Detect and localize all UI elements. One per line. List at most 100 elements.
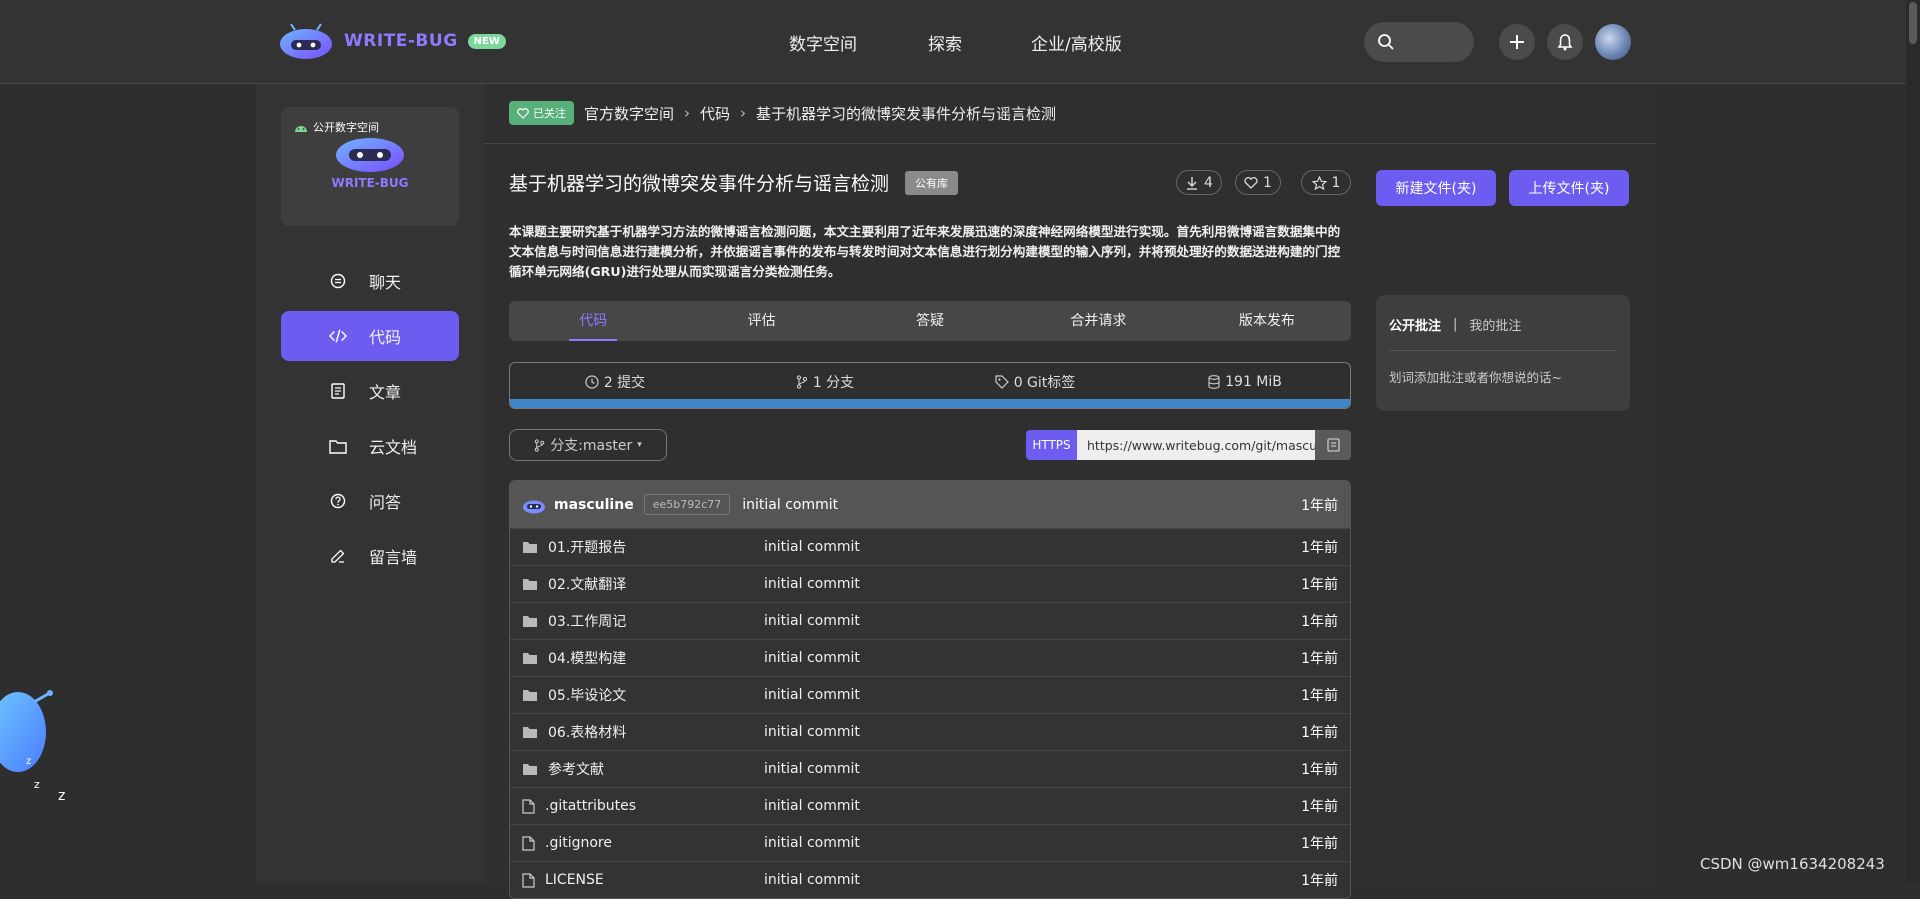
upload-file-button[interactable]: 上传文件(夹) xyxy=(1509,170,1629,206)
file-row[interactable]: 04.模型构建 initial commit 1年前 xyxy=(510,639,1350,676)
scrollbar-thumb[interactable] xyxy=(1909,2,1917,44)
notes-divider xyxy=(1389,350,1617,351)
tab-qa[interactable]: 答疑 xyxy=(846,301,1014,341)
clone-url-input[interactable]: https://www.writebug.com/git/masculine xyxy=(1077,430,1315,460)
file-row[interactable]: 01.开题报告 initial commit 1年前 xyxy=(510,528,1350,565)
commits-stat[interactable]: 2 提交 xyxy=(510,372,720,392)
file-name-cell[interactable]: 01.开题报告 xyxy=(522,537,764,557)
question-icon xyxy=(329,492,347,510)
heart-icon xyxy=(517,107,529,119)
sleeping-mascot-icon[interactable]: z z z xyxy=(0,672,80,804)
breadcrumb-code[interactable]: 代码 xyxy=(700,103,730,124)
file-row[interactable]: .gitignore initial commit 1年前 xyxy=(510,824,1350,861)
file-name[interactable]: .gitattributes xyxy=(545,798,636,814)
file-commit-message[interactable]: initial commit xyxy=(764,539,1301,555)
file-commit-message[interactable]: initial commit xyxy=(764,835,1301,851)
space-card[interactable]: 公开数字空间 WRITE-BUG xyxy=(281,107,459,226)
tab-code[interactable]: 代码 xyxy=(509,301,677,341)
file-name[interactable]: 参考文献 xyxy=(548,759,604,779)
sidebar-item-label: 文章 xyxy=(369,383,402,402)
sidebar-item-cloud-docs[interactable]: 云文档 xyxy=(281,421,459,471)
clone-protocol-button[interactable]: HTTPS xyxy=(1026,430,1077,460)
file-name-cell[interactable]: 05.毕设论文 xyxy=(522,685,764,705)
tab-releases[interactable]: 版本发布 xyxy=(1183,301,1351,341)
file-name[interactable]: LICENSE xyxy=(545,872,604,888)
user-avatar[interactable] xyxy=(1595,24,1631,60)
commit-hash[interactable]: ee5b792c77 xyxy=(643,494,731,515)
search-input[interactable] xyxy=(1364,22,1474,62)
notes-hint: 划词添加批注或者你想说的话~ xyxy=(1389,370,1562,385)
file-row[interactable]: 03.工作周记 initial commit 1年前 xyxy=(510,602,1350,639)
file-name-cell[interactable]: .gitignore xyxy=(522,835,764,851)
file-commit-message[interactable]: initial commit xyxy=(764,761,1301,777)
file-name[interactable]: 04.模型构建 xyxy=(548,648,626,668)
sidebar-item-label: 聊天 xyxy=(369,273,402,292)
repo-title-row: 基于机器学习的微博突发事件分析与谣言检测 公有库 xyxy=(509,169,959,196)
file-commit-message[interactable]: initial commit xyxy=(764,650,1301,666)
file-icon xyxy=(522,872,535,888)
file-name[interactable]: 02.文献翻译 xyxy=(548,574,626,594)
sidebar-item-chat[interactable]: 聊天 xyxy=(281,256,459,306)
commit-author[interactable]: masculine xyxy=(554,497,634,513)
tags-stat[interactable]: 0 Git标签 xyxy=(930,372,1140,392)
file-commit-message[interactable]: initial commit xyxy=(764,613,1301,629)
star-count[interactable]: 1 xyxy=(1301,170,1351,195)
nav-digital-space[interactable]: 数字空间 xyxy=(789,30,857,55)
file-name[interactable]: 03.工作周记 xyxy=(548,611,626,631)
new-file-button[interactable]: 新建文件(夹) xyxy=(1376,170,1496,206)
commit-message[interactable]: initial commit xyxy=(742,497,838,513)
top-navigation-bar: WRITE-BUG NEW 数字空间 探索 企业/高校版 xyxy=(0,0,1916,84)
like-count[interactable]: 1 xyxy=(1235,170,1281,195)
file-name[interactable]: .gitignore xyxy=(545,835,612,851)
branches-stat[interactable]: 1 分支 xyxy=(720,372,930,392)
tab-evaluation[interactable]: 评估 xyxy=(677,301,845,341)
file-name[interactable]: 06.表格材料 xyxy=(548,722,626,742)
copy-button[interactable] xyxy=(1315,430,1351,460)
file-name-cell[interactable]: 04.模型构建 xyxy=(522,648,764,668)
code-icon xyxy=(329,327,347,345)
tab-public-notes[interactable]: 公开批注 xyxy=(1389,315,1441,334)
file-commit-message[interactable]: initial commit xyxy=(764,687,1301,703)
file-icon xyxy=(522,835,535,851)
breadcrumb-official-space[interactable]: 官方数字空间 xyxy=(584,103,674,124)
tab-my-notes[interactable]: 我的批注 xyxy=(1469,315,1521,334)
file-row[interactable]: .gitattributes initial commit 1年前 xyxy=(510,787,1350,824)
heart-icon xyxy=(1244,176,1258,189)
tab-merge-requests[interactable]: 合并请求 xyxy=(1014,301,1182,341)
svg-text:z: z xyxy=(58,788,65,802)
file-name-cell[interactable]: 06.表格材料 xyxy=(522,722,764,742)
file-row[interactable]: 05.毕设论文 initial commit 1年前 xyxy=(510,676,1350,713)
file-row[interactable]: 06.表格材料 initial commit 1年前 xyxy=(510,713,1350,750)
file-name[interactable]: 05.毕设论文 xyxy=(548,685,626,705)
file-row[interactable]: 02.文献翻译 initial commit 1年前 xyxy=(510,565,1350,602)
repo-title: 基于机器学习的微博突发事件分析与谣言检测 xyxy=(509,173,890,195)
file-commit-message[interactable]: initial commit xyxy=(764,798,1301,814)
svg-text:z: z xyxy=(34,778,40,791)
branch-select[interactable]: 分支:master ▾ xyxy=(509,429,667,461)
file-name-cell[interactable]: 03.工作周记 xyxy=(522,611,764,631)
file-commit-message[interactable]: initial commit xyxy=(764,576,1301,592)
page-scrollbar[interactable] xyxy=(1906,0,1920,883)
file-commit-message[interactable]: initial commit xyxy=(764,724,1301,740)
follow-badge[interactable]: 已关注 xyxy=(509,101,574,125)
sidebar-item-message-wall[interactable]: 留言墙 xyxy=(281,531,459,581)
add-button[interactable] xyxy=(1499,24,1535,60)
file-name[interactable]: 01.开题报告 xyxy=(548,537,626,557)
file-row[interactable]: LICENSE initial commit 1年前 xyxy=(510,861,1350,898)
sidebar-item-code[interactable]: 代码 xyxy=(281,311,459,361)
sidebar-item-qa[interactable]: 问答 xyxy=(281,476,459,526)
file-name-cell[interactable]: .gitattributes xyxy=(522,798,764,814)
nav-enterprise[interactable]: 企业/高校版 xyxy=(1031,30,1122,55)
file-name-cell[interactable]: 参考文献 xyxy=(522,759,764,779)
notification-button[interactable] xyxy=(1547,24,1583,60)
file-commit-message[interactable]: initial commit xyxy=(764,872,1301,888)
site-logo[interactable]: WRITE-BUG NEW xyxy=(278,22,506,60)
file-row[interactable]: 参考文献 initial commit 1年前 xyxy=(510,750,1350,787)
file-name-cell[interactable]: LICENSE xyxy=(522,872,764,888)
file-name-cell[interactable]: 02.文献翻译 xyxy=(522,574,764,594)
sidebar-item-article[interactable]: 文章 xyxy=(281,366,459,416)
file-commit-time: 1年前 xyxy=(1301,762,1338,778)
new-badge: NEW xyxy=(467,33,506,49)
download-count[interactable]: 4 xyxy=(1176,170,1222,195)
nav-explore[interactable]: 探索 xyxy=(928,30,962,55)
